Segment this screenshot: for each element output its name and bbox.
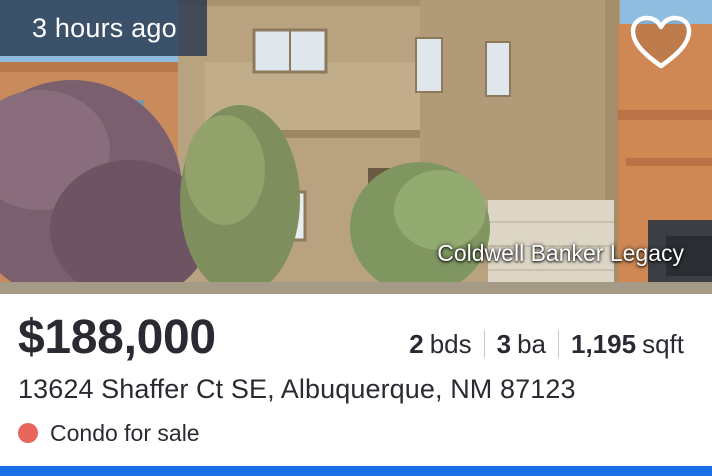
listing-price: $188,000 — [18, 311, 216, 364]
beds-unit: bds — [429, 329, 472, 359]
sqft-unit: sqft — [642, 329, 684, 359]
beds-value: 2 — [409, 329, 424, 359]
baths-unit: ba — [517, 329, 546, 359]
home-facts: 2 bds 3 ba 1,195 sqft — [409, 328, 684, 360]
listing-address[interactable]: 13624 Shaffer Ct SE, Albuquerque, NM 871… — [18, 372, 576, 406]
fact-divider — [483, 330, 485, 358]
card-accent-bar — [0, 466, 712, 476]
save-favorite-button[interactable] — [630, 14, 694, 78]
listing-photo[interactable]: 3 hours ago Coldwell Banker Legacy — [0, 0, 712, 294]
heart-outline-icon — [630, 15, 692, 69]
baths-value: 3 — [496, 329, 512, 359]
status-dot — [18, 423, 38, 443]
baths-fact: 3 ba — [497, 328, 546, 360]
status-label: Condo for sale — [50, 420, 200, 446]
listing-card[interactable]: 3 hours ago Coldwell Banker Legacy $188,… — [0, 0, 712, 476]
fact-divider — [558, 330, 559, 358]
beds-fact: 2 bds — [409, 328, 471, 360]
listing-age-badge: 3 hours ago — [0, 0, 207, 56]
sqft-fact: 1,195 sqft — [571, 328, 684, 360]
brokerage-attribution: Coldwell Banker Legacy — [437, 240, 684, 266]
listing-details: $188,000 2 bds 3 ba 1,195 sqft 13624 Sha… — [0, 294, 712, 476]
sqft-value: 1,195 — [571, 329, 637, 359]
listing-status: Condo for sale — [18, 418, 200, 448]
